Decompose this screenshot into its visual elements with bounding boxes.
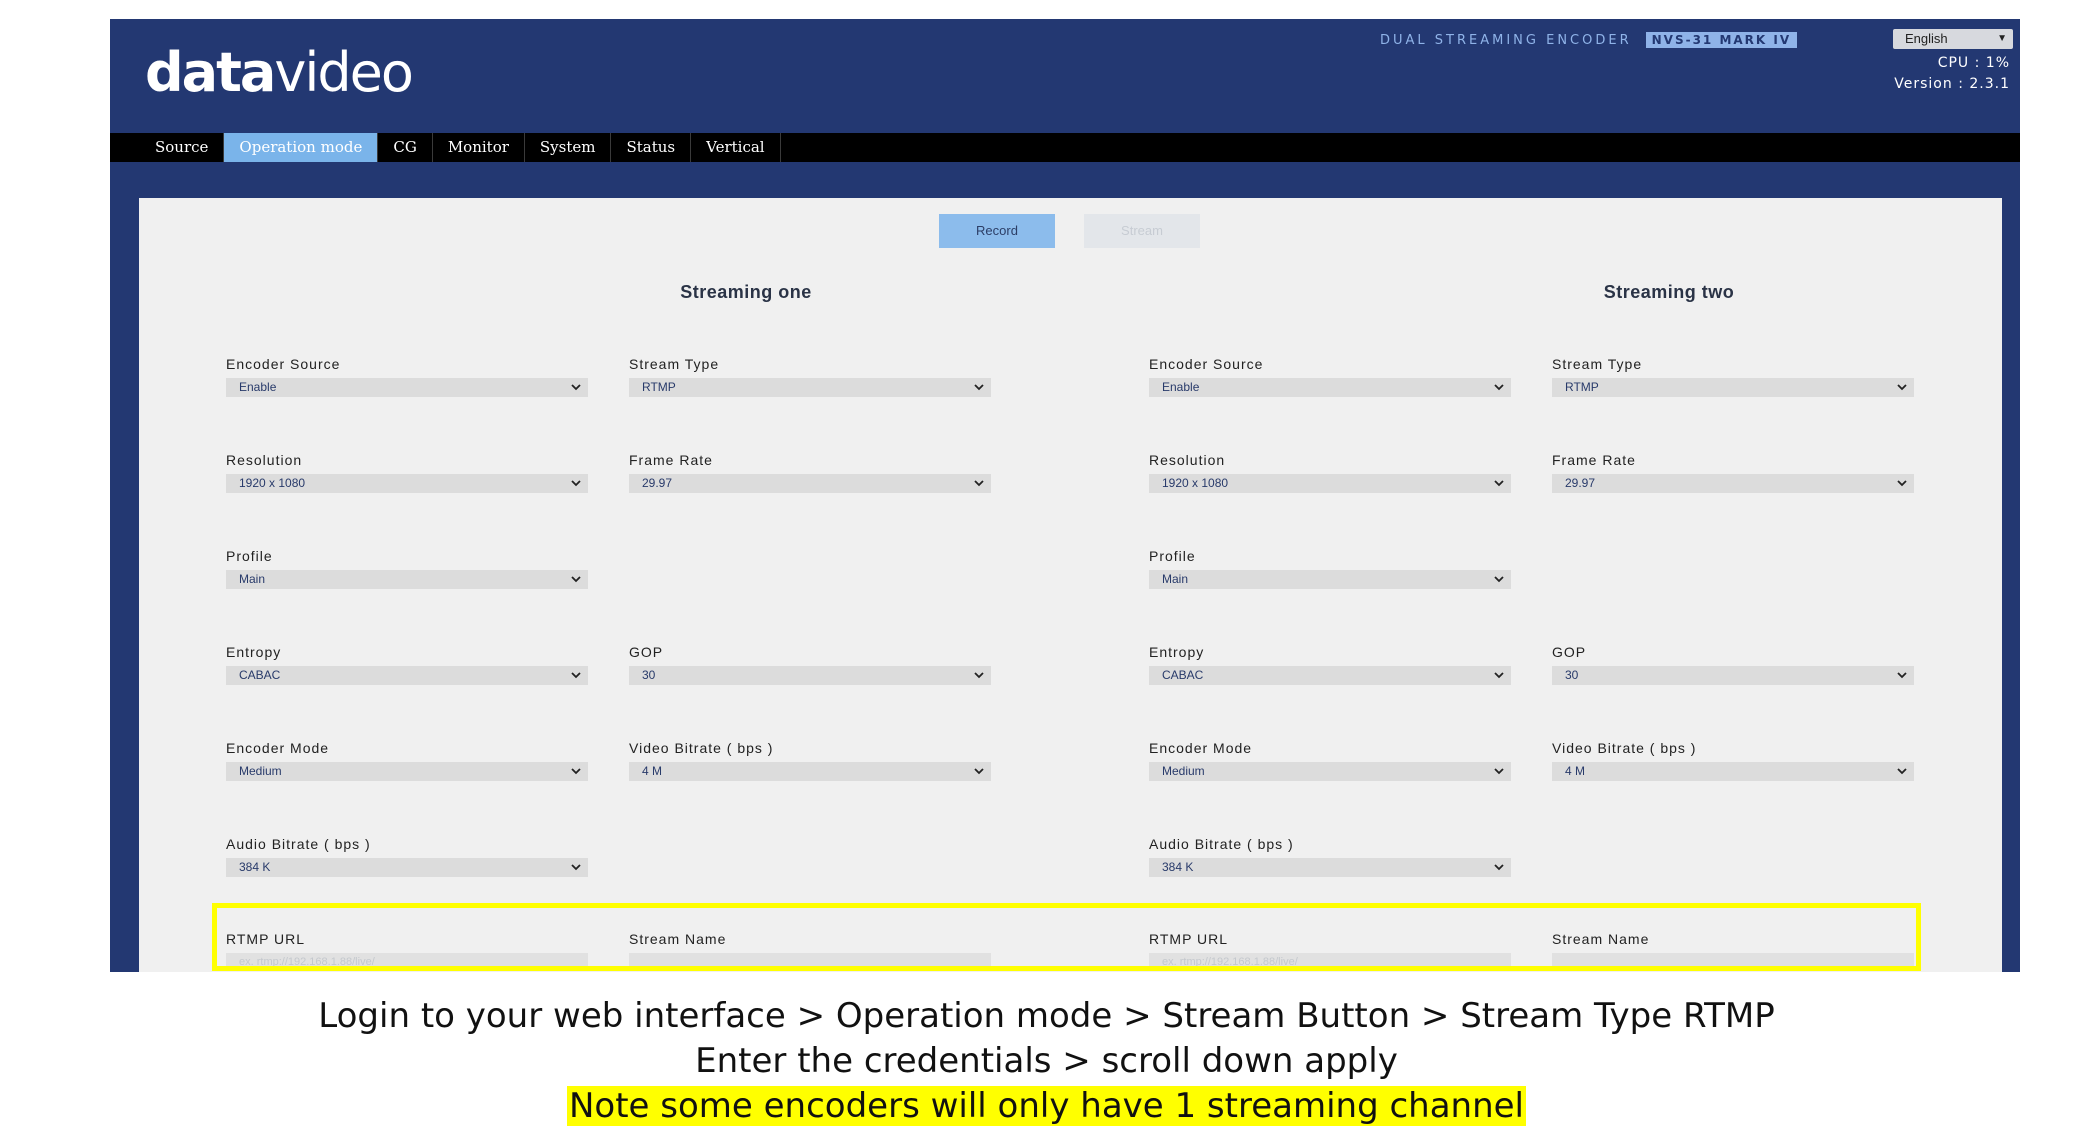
s1-stream-type-select[interactable]: RTMP (629, 378, 991, 397)
streaming-one-title: Streaming one (680, 282, 812, 302)
cpu-usage: CPU : 1% (1937, 55, 2010, 71)
s2-frame-rate-select[interactable]: 29.97 (1552, 474, 1914, 493)
s1-profile-select[interactable]: Main (226, 570, 588, 589)
s1-audio-bitrate: Audio Bitrate ( bps ) 384 K (226, 834, 588, 877)
chevron-down-icon (974, 384, 984, 391)
s1-entropy: Entropy CABAC (226, 642, 588, 685)
caption-note: Note some encoders will only have 1 stre… (566, 1086, 1527, 1126)
chevron-down-icon (571, 576, 581, 583)
datavideo-logo: datavideo (145, 41, 414, 104)
tab-monitor[interactable]: Monitor (433, 133, 525, 162)
s2-encoder-mode: Encoder Mode Medium (1149, 738, 1511, 781)
chevron-down-icon (1494, 672, 1504, 679)
firmware-version: Version : 2.3.1 (1894, 76, 2010, 92)
s1-stream-type: Stream Type RTMP (629, 354, 991, 397)
s1-resolution: Resolution 1920 x 1080 (226, 450, 588, 493)
s1-audio-bitrate-select[interactable]: 384 K (226, 858, 588, 877)
s1-gop: GOP 30 (629, 642, 991, 685)
s2-profile: Profile Main (1149, 546, 1511, 589)
chevron-down-icon (1897, 480, 1907, 487)
s1-profile: Profile Main (226, 546, 588, 589)
s2-gop-select[interactable]: 30 (1552, 666, 1914, 685)
s2-stream-type: Stream Type RTMP (1552, 354, 1914, 397)
chevron-down-icon: ▼ (1997, 33, 2007, 44)
tab-operation-mode[interactable]: Operation mode (224, 133, 379, 162)
chevron-down-icon (1897, 384, 1907, 391)
tab-system[interactable]: System (525, 133, 612, 162)
s2-profile-select[interactable]: Main (1149, 570, 1511, 589)
s2-audio-bitrate-select[interactable]: 384 K (1149, 858, 1511, 877)
rtmp-fields-highlight (212, 903, 1921, 971)
s2-video-bitrate-select[interactable]: 4 M (1552, 762, 1914, 781)
chevron-down-icon (1494, 768, 1504, 775)
s1-encoder-source-select[interactable]: Enable (226, 378, 588, 397)
s2-resolution-select[interactable]: 1920 x 1080 (1149, 474, 1511, 493)
chevron-down-icon (974, 768, 984, 775)
system-info: CPU : 1% Version : 2.3.1 (1894, 53, 2010, 95)
s2-frame-rate: Frame Rate 29.97 (1552, 450, 1914, 493)
s1-video-bitrate: Video Bitrate ( bps ) 4 M (629, 738, 991, 781)
main-nav: Source Operation mode CG Monitor System … (110, 133, 2020, 162)
s1-gop-select[interactable]: 30 (629, 666, 991, 685)
tab-cg[interactable]: CG (378, 133, 433, 162)
streaming-two-title: Streaming two (1603, 282, 1735, 302)
stream-button[interactable]: Stream (1084, 214, 1200, 248)
s1-entropy-select[interactable]: CABAC (226, 666, 588, 685)
operation-mode-panel: Record Stream Streaming one Encoder Sour… (139, 198, 2002, 972)
chevron-down-icon (1897, 672, 1907, 679)
product-model-badge: NVS-31 MARK IV (1645, 32, 1798, 48)
caption-line-2: Enter the credentials > scroll down appl… (695, 1041, 1398, 1081)
s1-frame-rate-select[interactable]: 29.97 (629, 474, 991, 493)
product-banner: DUAL STREAMING ENCODER NVS-31 MARK IV (1380, 32, 1798, 48)
tab-source[interactable]: Source (140, 133, 225, 162)
chevron-down-icon (571, 864, 581, 871)
caption-line-3: Note some encoders will only have 1 stre… (0, 1084, 2093, 1129)
s2-audio-bitrate: Audio Bitrate ( bps ) 384 K (1149, 834, 1511, 877)
s1-encoder-source: Encoder Source Enable (226, 354, 588, 397)
chevron-down-icon (571, 384, 581, 391)
s2-resolution: Resolution 1920 x 1080 (1149, 450, 1511, 493)
tab-vertical[interactable]: Vertical (691, 133, 781, 162)
chevron-down-icon (974, 672, 984, 679)
chevron-down-icon (1494, 576, 1504, 583)
chevron-down-icon (571, 480, 581, 487)
tab-status[interactable]: Status (611, 133, 692, 162)
s2-video-bitrate: Video Bitrate ( bps ) 4 M (1552, 738, 1914, 781)
web-interface-screenshot: datavideo DUAL STREAMING ENCODER NVS-31 … (110, 19, 2020, 972)
s2-encoder-source-select[interactable]: Enable (1149, 378, 1511, 397)
language-select[interactable]: English ▼ (1893, 29, 2013, 49)
s2-encoder-mode-select[interactable]: Medium (1149, 762, 1511, 781)
record-button[interactable]: Record (939, 214, 1055, 248)
s1-encoder-mode-select[interactable]: Medium (226, 762, 588, 781)
chevron-down-icon (571, 672, 581, 679)
chevron-down-icon (1494, 480, 1504, 487)
s2-entropy: Entropy CABAC (1149, 642, 1511, 685)
product-title: DUAL STREAMING ENCODER (1380, 32, 1632, 48)
s1-encoder-mode: Encoder Mode Medium (226, 738, 588, 781)
chevron-down-icon (1897, 768, 1907, 775)
caption-line-1: Login to your web interface > Operation … (318, 996, 1775, 1036)
s1-frame-rate: Frame Rate 29.97 (629, 450, 991, 493)
language-value: English (1905, 31, 1948, 46)
s1-video-bitrate-select[interactable]: 4 M (629, 762, 991, 781)
s2-encoder-source: Encoder Source Enable (1149, 354, 1511, 397)
s2-entropy-select[interactable]: CABAC (1149, 666, 1511, 685)
chevron-down-icon (1494, 864, 1504, 871)
s1-resolution-select[interactable]: 1920 x 1080 (226, 474, 588, 493)
s2-stream-type-select[interactable]: RTMP (1552, 378, 1914, 397)
chevron-down-icon (974, 480, 984, 487)
s2-gop: GOP 30 (1552, 642, 1914, 685)
chevron-down-icon (571, 768, 581, 775)
chevron-down-icon (1494, 384, 1504, 391)
